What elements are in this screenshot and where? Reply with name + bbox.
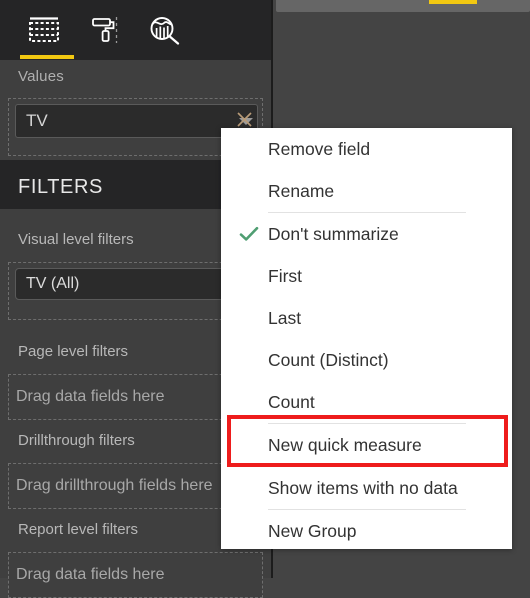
menu-item-don-t-summarize[interactable]: Don't summarize — [221, 213, 512, 255]
menu-item-label: First — [268, 265, 303, 286]
menu-item-label: Count (Distinct) — [268, 349, 389, 370]
field-context-menu: Remove field Rename Don't summarize First La… — [221, 128, 512, 549]
menu-item-label: Last — [268, 307, 302, 328]
values-field-label: TV — [26, 111, 48, 130]
drillthrough-filters-label: Drillthrough filters — [18, 432, 135, 449]
canvas-visual-active-underline — [429, 0, 477, 4]
menu-item-label: Rename — [268, 180, 335, 201]
filter-chip-label: TV (All) — [26, 275, 80, 292]
menu-item-remove-field[interactable]: Remove field — [221, 128, 512, 170]
menu-item-count-distinct[interactable]: Count (Distinct) — [221, 339, 512, 381]
values-section-label: Values — [18, 68, 64, 85]
canvas-visual-header — [276, 0, 530, 12]
drillthrough-filters-placeholder: Drag drillthrough fields here — [16, 477, 213, 494]
menu-item-last[interactable]: Last — [221, 297, 512, 339]
menu-item-label: New Group — [268, 520, 357, 541]
menu-item-label: Don't summarize — [268, 223, 399, 244]
fields-icon[interactable] — [16, 10, 72, 50]
menu-item-label: Show items with no data — [268, 477, 458, 498]
report-level-filters-placeholder: Drag data fields here — [16, 566, 165, 583]
report-level-filters-label: Report level filters — [18, 521, 139, 538]
filters-title: FILTERS — [18, 176, 103, 198]
menu-item-label: Remove field — [268, 138, 371, 159]
checkmark-icon — [235, 213, 263, 255]
menu-item-new-quick-measure[interactable]: New quick measure — [221, 424, 512, 466]
fields-tab-active-underline — [20, 55, 74, 59]
visualizations-tab-bar — [0, 0, 271, 60]
paint-roller-icon[interactable] — [78, 10, 134, 50]
menu-item-label: Count — [268, 391, 315, 412]
menu-item-label: New quick measure — [268, 434, 422, 455]
menu-item-new-group[interactable]: New Group — [221, 510, 512, 549]
menu-item-rename[interactable]: Rename — [221, 170, 512, 212]
menu-item-count[interactable]: Count — [221, 381, 512, 423]
menu-item-show-items-with-no-data[interactable]: Show items with no data — [221, 467, 512, 509]
visual-level-filters-label: Visual level filters — [18, 231, 134, 248]
menu-item-first[interactable]: First — [221, 255, 512, 297]
page-level-filters-label: Page level filters — [18, 343, 129, 360]
analytics-magnifier-icon[interactable] — [137, 10, 193, 50]
page-level-filters-placeholder: Drag data fields here — [16, 388, 165, 405]
